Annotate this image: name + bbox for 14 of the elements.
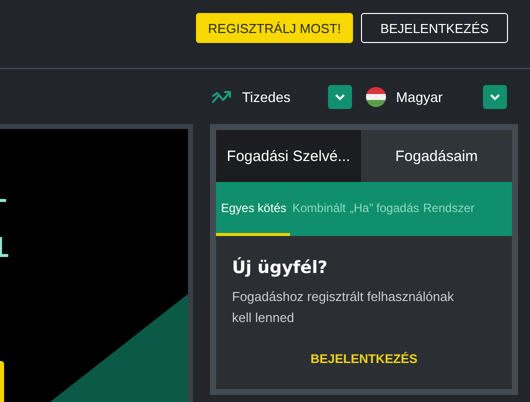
selector-label: Tizedes — [242, 88, 292, 104]
dropdown-chevron-icon[interactable] — [483, 84, 507, 108]
bet-slip-tab[interactable]: Fogadási Szelvé... — [216, 130, 361, 182]
odds-trend-icon — [212, 90, 232, 104]
bet-type-tab[interactable]: Egyes kötés — [216, 182, 290, 236]
new-customer-heading: Új ügyfél? — [232, 258, 329, 278]
register-button[interactable]: REGISZTRÁLJ MOST! — [196, 13, 353, 43]
dropdown-chevron-icon[interactable] — [328, 84, 352, 108]
bet-slip-tab[interactable]: Fogadásaim — [361, 130, 512, 182]
login-link[interactable]: BEJELENTKEZÉS — [310, 352, 418, 366]
login-required-message: Fogadáshoz regisztrált felhasználónak kell lenned — [232, 288, 455, 327]
login-button[interactable]: BEJELENTKEZÉS — [361, 13, 508, 43]
selector-label: Magyar — [396, 88, 444, 104]
hungary-flag-icon — [366, 86, 386, 106]
